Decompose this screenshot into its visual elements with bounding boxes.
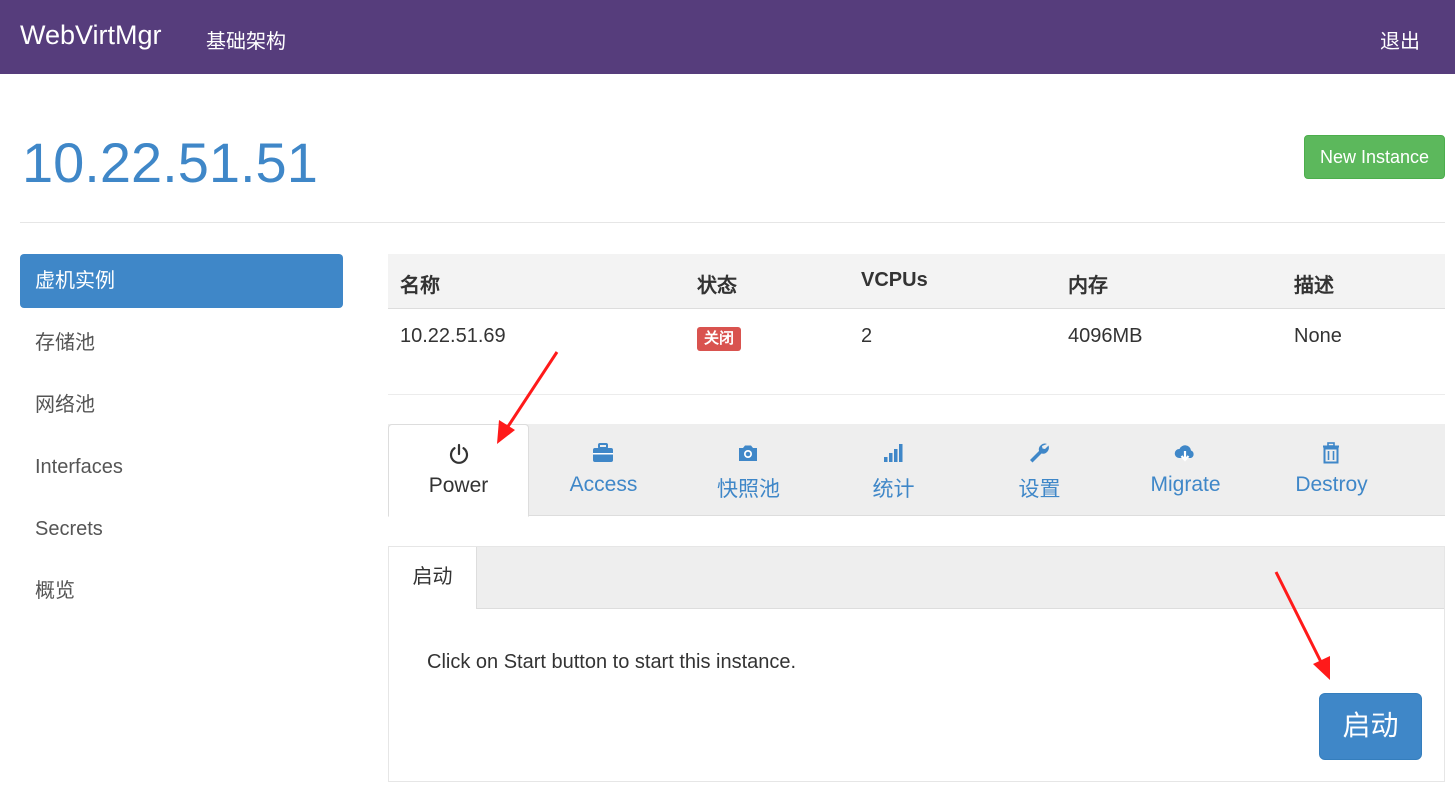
tab-access[interactable]: Access	[533, 424, 674, 516]
camera-icon	[739, 445, 757, 461]
new-instance-button[interactable]: New Instance	[1304, 135, 1445, 179]
wrench-icon	[1030, 443, 1049, 463]
tab-label: 统计	[872, 478, 915, 501]
top-navbar: WebVirtMgr 基础架构 退出	[0, 0, 1455, 74]
instance-memory-cell: 4096MB	[1068, 325, 1143, 347]
instance-status-cell: 关闭	[697, 325, 742, 351]
tab-snapshots[interactable]: 快照池	[678, 424, 819, 516]
column-header-description: 描述	[1294, 275, 1334, 297]
power-subtabs: 启动	[389, 547, 1444, 609]
start-instruction-text: Click on Start button to start this inst…	[427, 651, 797, 673]
page-title: 10.22.51.51	[22, 131, 318, 194]
column-header-status: 状态	[697, 275, 737, 297]
trash-icon	[1323, 442, 1339, 464]
column-header-name: 名称	[400, 275, 440, 297]
sidebar-item-storage-pools[interactable]: 存储池	[20, 316, 343, 370]
instance-name-cell: 10.22.51.69	[400, 325, 506, 347]
tab-migrate[interactable]: Migrate	[1115, 424, 1256, 516]
tab-power[interactable]: Power	[388, 424, 529, 517]
signal-bars-icon	[884, 444, 903, 462]
sidebar-item-instances[interactable]: 虚机实例	[20, 254, 343, 308]
tab-label: Migrate	[1150, 473, 1221, 496]
logout-link[interactable]: 退出	[1380, 25, 1420, 54]
tab-label: Access	[569, 473, 638, 496]
sidebar-item-network-pools[interactable]: 网络池	[20, 378, 343, 432]
sidebar-item-overview[interactable]: 概览	[20, 564, 343, 618]
tab-label: 快照池	[717, 478, 780, 501]
table-header-row: 名称 状态 VCPUs 内存 描述	[388, 254, 1445, 309]
subtab-start[interactable]: 启动	[389, 547, 477, 609]
header-divider	[20, 222, 1445, 223]
tab-label: Power	[428, 474, 489, 497]
cloud-download-icon	[1174, 445, 1194, 462]
instance-action-tabs: Power Access 快照池 统计 设置 Migrate Destroy	[388, 424, 1445, 517]
brand-link[interactable]: WebVirtMgr	[20, 20, 162, 51]
sidebar-nav: 虚机实例 存储池 网络池 Interfaces Secrets 概览	[20, 254, 343, 626]
status-badge: 关闭	[697, 327, 742, 351]
power-icon	[449, 443, 469, 464]
table-row: 10.22.51.69 关闭 2 4096MB None	[388, 309, 1445, 395]
instance-description-cell: None	[1294, 325, 1342, 347]
power-panel: 启动 Click on Start button to start this i…	[388, 546, 1445, 782]
column-header-vcpus: VCPUs	[861, 269, 928, 291]
tab-settings[interactable]: 设置	[969, 424, 1110, 516]
tab-destroy[interactable]: Destroy	[1261, 424, 1402, 516]
instance-vcpus-cell: 2	[861, 325, 873, 347]
nav-infrastructure-link[interactable]: 基础架构	[206, 25, 286, 54]
start-button[interactable]: 启动	[1319, 693, 1422, 760]
sidebar-item-interfaces[interactable]: Interfaces	[20, 440, 343, 494]
sidebar-item-secrets[interactable]: Secrets	[20, 502, 343, 556]
tab-statistics[interactable]: 统计	[823, 424, 964, 516]
column-header-memory: 内存	[1068, 275, 1108, 297]
tab-label: 设置	[1018, 478, 1061, 501]
instance-table: 名称 状态 VCPUs 内存 描述 10.22.51.69 关闭 2 4096M…	[388, 254, 1445, 395]
briefcase-icon	[593, 443, 613, 462]
tab-label: Destroy	[1295, 473, 1368, 496]
